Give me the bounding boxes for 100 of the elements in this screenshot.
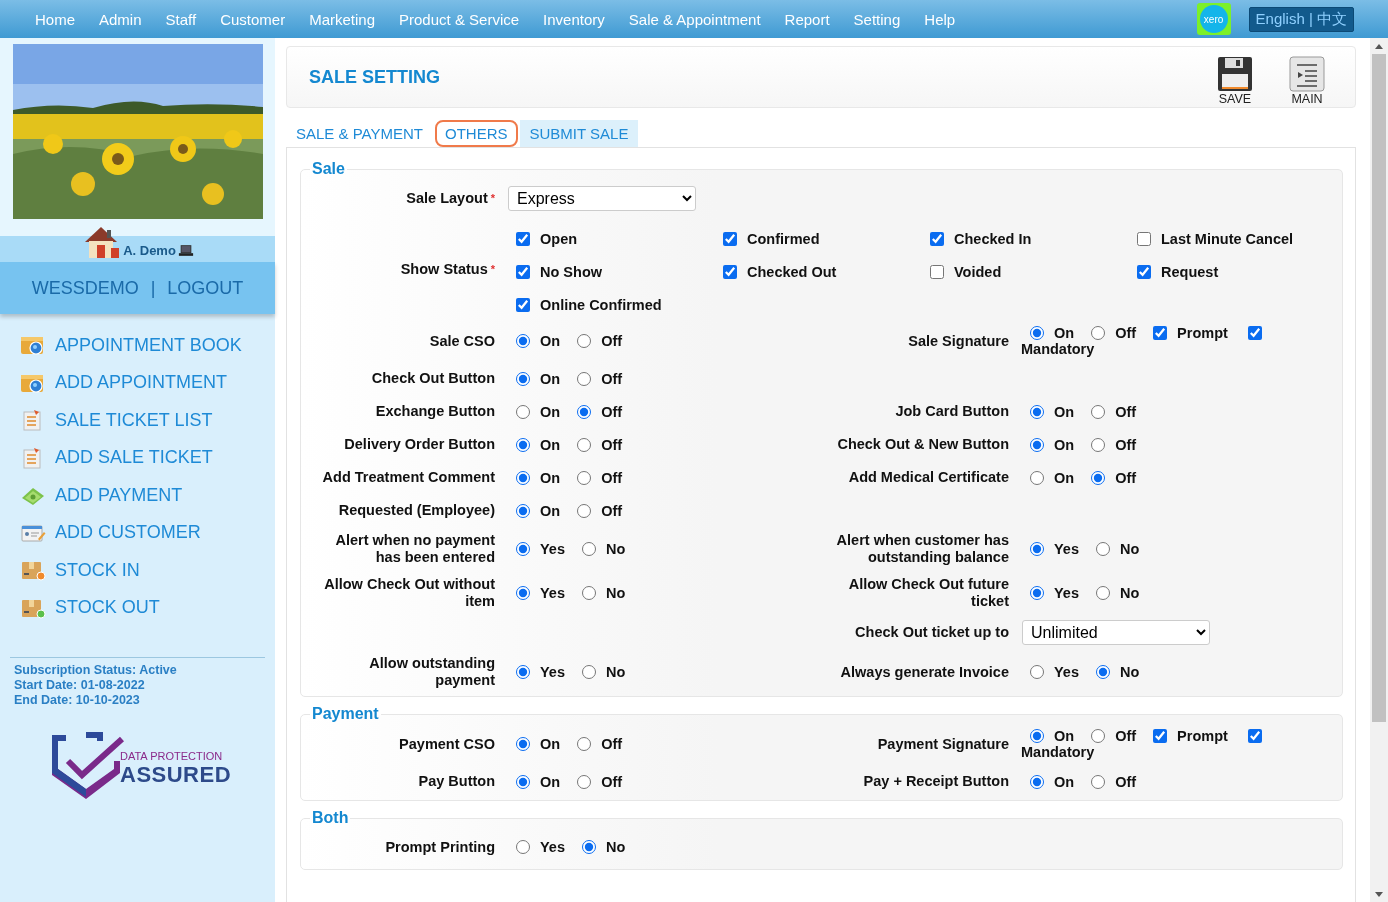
menu-item[interactable]: ADD CUSTOMER [20, 519, 275, 546]
radio-button[interactable] [582, 840, 596, 854]
checkbox-label: Checked Out [747, 264, 837, 280]
dropdown[interactable]: Express [508, 185, 696, 211]
account-link[interactable]: WESSDEMO [31, 277, 139, 299]
checkbox[interactable] [1247, 326, 1262, 340]
radio-button[interactable] [1030, 437, 1044, 452]
radio-button[interactable] [1096, 665, 1110, 679]
radio-button[interactable] [1096, 542, 1110, 556]
radio-button[interactable] [1030, 665, 1044, 679]
field-label: Payment CSO [398, 735, 495, 753]
radio-button[interactable] [1030, 729, 1044, 743]
main-button[interactable]: MAIN [1289, 56, 1325, 106]
radio-button[interactable] [516, 334, 530, 348]
radio-button[interactable] [516, 371, 530, 386]
nav-link[interactable]: Marketing [297, 10, 388, 28]
radio-button[interactable] [516, 437, 530, 452]
tab[interactable]: SUBMIT SALE [519, 120, 639, 147]
group-title: Sale [311, 160, 346, 178]
radio-button[interactable] [1091, 437, 1106, 452]
checkbox-label: Prompt [1177, 325, 1228, 341]
checkbox[interactable] [1153, 326, 1168, 340]
checkbox[interactable] [1247, 729, 1262, 743]
checkbox[interactable] [1137, 265, 1151, 279]
field-label: Check Out & New Button [836, 436, 1009, 453]
radio-button[interactable] [1091, 774, 1106, 789]
radio-button[interactable] [1030, 774, 1044, 789]
radio-button[interactable] [1091, 729, 1106, 743]
radio-label: On [1054, 436, 1075, 453]
radio-button[interactable] [582, 586, 596, 600]
nav-link[interactable]: Sale & Appointment [616, 10, 773, 28]
menu-item[interactable]: ADD PAYMENT [20, 482, 275, 509]
xero-logo[interactable]: xero [1196, 3, 1231, 35]
checkbox[interactable] [930, 232, 944, 246]
radio-button[interactable] [516, 774, 530, 789]
field-label: Allow Check Out future ticket [847, 576, 1009, 610]
radio-button[interactable] [1030, 470, 1044, 485]
radio-button[interactable] [1091, 404, 1106, 419]
group-title: Both [311, 809, 350, 827]
nav-link[interactable]: Admin [87, 10, 154, 28]
radio-button[interactable] [1096, 586, 1110, 600]
nav-link[interactable]: Home [23, 10, 87, 28]
radio-button[interactable] [1091, 470, 1106, 485]
radio-button[interactable] [1030, 542, 1044, 556]
radio-button[interactable] [577, 371, 592, 386]
logout-link[interactable]: LOGOUT [167, 277, 244, 299]
nav-link[interactable]: Setting [841, 10, 913, 28]
checkbox[interactable] [516, 265, 530, 279]
scrollbar[interactable] [1370, 38, 1388, 902]
scroll-thumb[interactable] [1372, 54, 1386, 722]
radio-button[interactable] [577, 437, 592, 452]
radio-button[interactable] [516, 404, 530, 419]
nav-link[interactable]: Inventory [531, 10, 617, 28]
dropdown[interactable]: Unlimited [1022, 620, 1210, 645]
menu-item[interactable]: ADD APPOINTMENT [20, 369, 275, 396]
radio-button[interactable] [1030, 404, 1044, 419]
radio-button[interactable] [577, 774, 592, 789]
menu-item[interactable]: ADD SALE TICKET [20, 444, 275, 471]
required-mark: * [490, 262, 495, 275]
radio-button[interactable] [577, 404, 592, 419]
field-label: Requested (Employee) [337, 502, 495, 519]
menu-item[interactable]: SALE TICKET LIST [20, 407, 275, 434]
nav-link[interactable]: Staff [153, 10, 209, 28]
radio-button[interactable] [577, 503, 592, 518]
radio-button[interactable] [577, 470, 592, 485]
radio-button[interactable] [1091, 326, 1106, 340]
radio-button[interactable] [516, 503, 530, 518]
badge-caption: DATA PROTECTION [120, 750, 224, 762]
radio-button[interactable] [1030, 326, 1044, 340]
nav-link[interactable]: Help [912, 10, 968, 28]
radio-button[interactable] [516, 542, 530, 556]
radio-button[interactable] [516, 840, 530, 854]
radio-button[interactable] [516, 737, 530, 751]
page-title: SALE SETTING [309, 66, 440, 88]
save-button[interactable]: SAVE [1217, 56, 1253, 106]
menu-item[interactable]: APPOINTMENT BOOK [20, 332, 275, 359]
radio-button[interactable] [516, 586, 530, 600]
checkbox[interactable] [1137, 232, 1151, 246]
checkbox[interactable] [1153, 729, 1168, 743]
nav-link[interactable]: Customer [208, 10, 298, 28]
radio-button[interactable] [582, 542, 596, 556]
radio-label: Off [1115, 403, 1137, 420]
radio-button[interactable] [577, 737, 592, 751]
radio-button[interactable] [582, 665, 596, 679]
radio-button[interactable] [516, 470, 530, 485]
checkbox[interactable] [516, 232, 530, 246]
language-button[interactable]: English | 中文 [1248, 6, 1354, 32]
radio-button[interactable] [577, 334, 592, 348]
radio-label: Off [601, 469, 623, 486]
checkbox[interactable] [516, 298, 530, 312]
nav-link[interactable]: Product & Service [387, 10, 532, 28]
checkbox[interactable] [723, 232, 737, 246]
checkbox[interactable] [723, 265, 737, 279]
checkbox[interactable] [930, 265, 944, 279]
radio-button[interactable] [1030, 586, 1044, 600]
radio-button[interactable] [516, 665, 530, 679]
tab[interactable]: OTHERS [435, 120, 518, 147]
nav-link[interactable]: Report [772, 10, 842, 28]
menu-item[interactable]: STOCK OUT [20, 594, 275, 621]
menu-item[interactable]: STOCK IN [20, 557, 275, 584]
